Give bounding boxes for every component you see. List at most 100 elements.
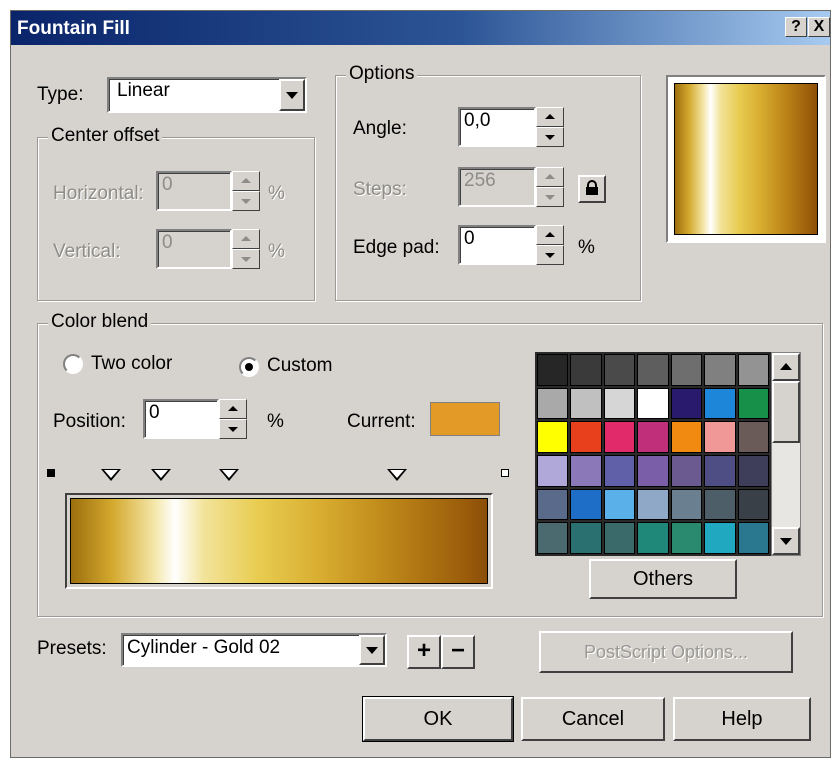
vertical-input[interactable]: 0	[156, 229, 232, 269]
end-color-marker[interactable]	[501, 469, 509, 477]
chevron-down-icon[interactable]	[279, 79, 305, 111]
edge-pad-input[interactable]: 0	[458, 225, 536, 265]
fountain-fill-dialog: Fountain Fill ? X Type: Linear Center of…	[10, 10, 831, 758]
palette-swatch[interactable]	[537, 454, 569, 487]
postscript-options-button[interactable]: PostScript Options...	[539, 631, 793, 673]
palette-swatch[interactable]	[537, 387, 569, 420]
palette-swatch[interactable]	[637, 421, 669, 453]
palette-swatch[interactable]	[704, 354, 736, 386]
palette-swatch[interactable]	[737, 454, 769, 487]
palette-swatch[interactable]	[603, 387, 636, 420]
palette-swatch[interactable]	[670, 421, 703, 453]
palette-swatch[interactable]	[704, 387, 736, 420]
palette-swatch[interactable]	[537, 354, 569, 386]
position-unit: %	[267, 411, 284, 432]
lock-steps-button[interactable]	[578, 175, 606, 203]
scroll-down-icon[interactable]	[772, 527, 800, 555]
remove-preset-button[interactable]: −	[441, 635, 475, 669]
palette-swatch[interactable]	[670, 387, 703, 420]
palette-swatch[interactable]	[670, 354, 703, 386]
horizontal-input[interactable]: 0	[156, 171, 232, 211]
type-select[interactable]: Linear	[107, 77, 307, 113]
color-palette[interactable]	[535, 352, 771, 556]
palette-swatch[interactable]	[603, 421, 636, 453]
angle-spinner[interactable]	[536, 107, 564, 147]
palette-swatch[interactable]	[570, 421, 602, 453]
palette-swatch[interactable]	[570, 522, 602, 554]
palette-swatch[interactable]	[603, 522, 636, 554]
lock-icon	[586, 180, 598, 195]
chevron-down-icon[interactable]	[359, 635, 385, 665]
color-stop-marker[interactable]	[218, 469, 239, 481]
palette-swatch[interactable]	[570, 354, 602, 386]
cancel-button[interactable]: Cancel	[521, 697, 665, 741]
color-marker-track[interactable]	[69, 469, 489, 483]
vertical-unit: %	[268, 241, 285, 262]
ok-button[interactable]: OK	[362, 696, 514, 742]
steps-spinner[interactable]	[536, 167, 564, 207]
dialog-title: Fountain Fill	[17, 18, 130, 39]
presets-value: Cylinder - Gold 02	[127, 637, 281, 658]
position-label: Position:	[53, 411, 126, 432]
palette-swatch[interactable]	[637, 454, 669, 487]
scroll-thumb[interactable]	[772, 381, 800, 443]
palette-swatch[interactable]	[637, 354, 669, 386]
position-spinner[interactable]	[219, 399, 247, 439]
palette-swatch[interactable]	[537, 421, 569, 453]
steps-input[interactable]: 256	[458, 167, 536, 207]
palette-swatch[interactable]	[537, 522, 569, 554]
current-color-swatch[interactable]	[430, 402, 500, 436]
palette-swatch[interactable]	[603, 354, 636, 386]
custom-radio[interactable]	[239, 357, 259, 377]
horizontal-spinner[interactable]	[232, 171, 260, 211]
palette-swatch[interactable]	[537, 488, 569, 521]
edge-pad-label: Edge pad:	[353, 237, 440, 258]
palette-swatch[interactable]	[603, 488, 636, 521]
palette-swatch[interactable]	[670, 488, 703, 521]
help-title-button[interactable]: ?	[785, 17, 807, 37]
steps-label: Steps:	[353, 179, 407, 200]
palette-swatch[interactable]	[737, 522, 769, 554]
palette-swatch[interactable]	[637, 488, 669, 521]
palette-swatch[interactable]	[570, 387, 602, 420]
palette-swatch[interactable]	[704, 421, 736, 453]
fill-preview-frame	[666, 75, 826, 243]
palette-swatch[interactable]	[670, 522, 703, 554]
gradient-strip[interactable]	[70, 498, 488, 584]
palette-swatch[interactable]	[637, 522, 669, 554]
palette-scrollbar[interactable]	[771, 352, 801, 556]
horizontal-label: Horizontal:	[53, 183, 144, 204]
scroll-up-icon[interactable]	[772, 353, 800, 381]
close-title-button[interactable]: X	[808, 17, 830, 37]
title-bar: Fountain Fill ? X	[11, 11, 830, 45]
palette-swatch[interactable]	[737, 488, 769, 521]
palette-swatch[interactable]	[704, 488, 736, 521]
palette-swatch[interactable]	[570, 488, 602, 521]
presets-label: Presets:	[37, 638, 107, 659]
palette-swatch[interactable]	[603, 454, 636, 487]
presets-combo[interactable]: Cylinder - Gold 02	[121, 633, 387, 667]
color-stop-marker[interactable]	[151, 469, 172, 481]
color-stop-marker[interactable]	[101, 469, 121, 481]
type-value: Linear	[117, 80, 170, 101]
color-stop-marker[interactable]	[386, 469, 407, 481]
palette-swatch[interactable]	[737, 354, 769, 386]
add-preset-button[interactable]: +	[407, 635, 441, 669]
palette-swatch[interactable]	[570, 454, 602, 487]
palette-swatch[interactable]	[704, 522, 736, 554]
two-color-label: Two color	[91, 353, 173, 374]
palette-swatch[interactable]	[637, 387, 669, 420]
vertical-spinner[interactable]	[232, 229, 260, 269]
two-color-radio[interactable]	[63, 354, 83, 374]
edge-pad-spinner[interactable]	[536, 225, 564, 265]
palette-swatch[interactable]	[704, 454, 736, 487]
palette-swatch[interactable]	[737, 387, 769, 420]
palette-swatch[interactable]	[670, 454, 703, 487]
palette-swatch[interactable]	[737, 421, 769, 453]
help-button[interactable]: Help	[673, 697, 811, 741]
others-button[interactable]: Others	[589, 559, 737, 599]
start-color-marker[interactable]	[47, 469, 55, 477]
options-title: Options	[346, 63, 418, 85]
position-input[interactable]: 0	[143, 399, 219, 439]
angle-input[interactable]: 0,0	[458, 107, 536, 147]
